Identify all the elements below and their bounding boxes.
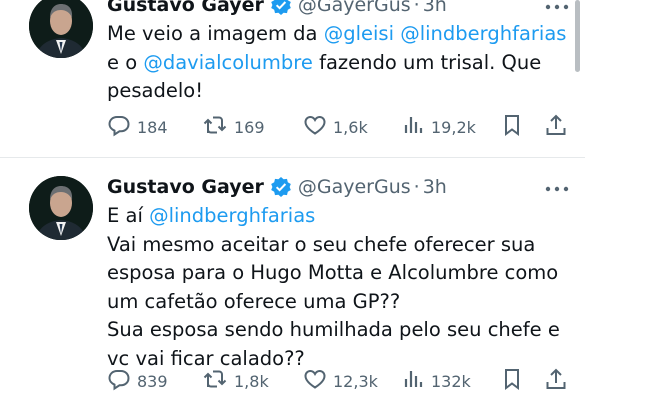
- avatar[interactable]: [29, 0, 93, 58]
- tweet-text-line: E aí @lindberghfarias: [107, 202, 577, 231]
- text-segment: pesadelo!: [107, 79, 204, 102]
- share-icon: [544, 113, 574, 141]
- views-count: 132k: [431, 371, 471, 391]
- bookmark-icon: [501, 367, 529, 395]
- more-icon[interactable]: [542, 0, 572, 10]
- views-count: 19,2k: [431, 117, 476, 137]
- avatar[interactable]: [29, 176, 93, 240]
- timestamp[interactable]: 3h: [423, 176, 447, 198]
- bookmark-button[interactable]: [501, 112, 529, 142]
- reply-icon: [107, 367, 137, 395]
- like-button[interactable]: 12,3k: [303, 366, 378, 396]
- retweet-icon: [202, 367, 234, 395]
- tweet-actions: 184 169 1,6k 19,2k: [107, 112, 577, 142]
- views-button[interactable]: 132k: [403, 366, 471, 396]
- mention-link[interactable]: @gleisi: [324, 22, 394, 45]
- reply-count: 839: [137, 371, 168, 391]
- tweet-text-line: Me veio a imagem da @gleisi @lindberghfa…: [107, 20, 577, 49]
- reply-count: 184: [137, 117, 168, 137]
- author-name[interactable]: Gustavo Gayer: [107, 176, 264, 198]
- author-handle[interactable]: @GayerGus: [298, 0, 411, 16]
- retweet-count: 169: [234, 117, 265, 137]
- share-button[interactable]: [544, 112, 574, 142]
- bookmark-icon: [501, 113, 529, 141]
- retweet-button[interactable]: 1,8k: [202, 366, 269, 396]
- tweet-divider: [0, 157, 585, 158]
- text-segment: Vai mesmo aceitar o seu chefe oferecer s…: [107, 232, 536, 256]
- text-segment: Sua esposa sendo humilhada pelo seu chef…: [107, 318, 560, 341]
- verified-badge-icon: [270, 176, 292, 198]
- retweet-icon: [202, 113, 234, 141]
- tweet-text: Me veio a imagem da @gleisi @lindberghfa…: [107, 20, 577, 106]
- text-segment: E aí: [107, 204, 150, 227]
- verified-badge-icon: [270, 0, 292, 16]
- text-segment: esposa para o Hugo Motta e Alcolumbre co…: [107, 261, 559, 284]
- text-segment: fazendo um trisal. Que: [312, 50, 542, 74]
- text-segment: e o: [107, 50, 144, 74]
- retweet-count: 1,8k: [234, 371, 269, 391]
- like-count: 12,3k: [333, 371, 378, 391]
- tweet-text-line: esposa para o Hugo Motta e Alcolumbre co…: [107, 259, 577, 288]
- tweet-text-line: um cafetão oferece uma GP??: [107, 288, 577, 317]
- tweet-actions: 839 1,8k 12,3k 132k: [107, 366, 577, 396]
- text-segment: um cafetão oferece uma GP??: [107, 289, 401, 313]
- reply-button[interactable]: 839: [107, 366, 168, 396]
- separator: ·: [413, 176, 420, 198]
- like-icon: [303, 113, 333, 141]
- retweet-button[interactable]: 169: [202, 112, 265, 142]
- mention-link[interactable]: @lindberghfarias: [149, 204, 315, 227]
- bookmark-button[interactable]: [501, 366, 529, 396]
- reply-button[interactable]: 184: [107, 112, 168, 142]
- mention-link[interactable]: @lindberghfarias: [400, 22, 566, 45]
- scrollbar[interactable]: [575, 0, 580, 72]
- author-handle[interactable]: @GayerGus: [298, 176, 411, 198]
- share-button[interactable]: [544, 366, 574, 396]
- more-icon[interactable]: [542, 182, 572, 192]
- separator: ·: [413, 0, 420, 16]
- text-segment: Me veio a imagem da: [107, 22, 324, 45]
- tweet-header: Gustavo Gayer @GayerGus · 3h: [107, 0, 447, 20]
- like-icon: [303, 367, 333, 395]
- tweet-header: Gustavo Gayer @GayerGus · 3h: [107, 172, 447, 202]
- like-count: 1,6k: [333, 117, 368, 137]
- mention-link[interactable]: @davialcolumbre: [143, 51, 313, 74]
- views-button[interactable]: 19,2k: [403, 112, 476, 142]
- tweet-text-line: Vai mesmo aceitar o seu chefe oferecer s…: [107, 231, 577, 260]
- tweet-text-line: pesadelo!: [107, 77, 577, 106]
- views-icon: [403, 113, 431, 141]
- tweet-text-line: Sua esposa sendo humilhada pelo seu chef…: [107, 316, 577, 345]
- views-icon: [403, 367, 431, 395]
- tweet-text-line: e o @davialcolumbre fazendo um trisal. Q…: [107, 49, 577, 78]
- author-name[interactable]: Gustavo Gayer: [107, 0, 264, 16]
- tweet-text: E aí @lindberghfarias Vai mesmo aceitar …: [107, 202, 577, 373]
- share-icon: [544, 367, 574, 395]
- timestamp[interactable]: 3h: [423, 0, 447, 16]
- like-button[interactable]: 1,6k: [303, 112, 368, 142]
- reply-icon: [107, 113, 137, 141]
